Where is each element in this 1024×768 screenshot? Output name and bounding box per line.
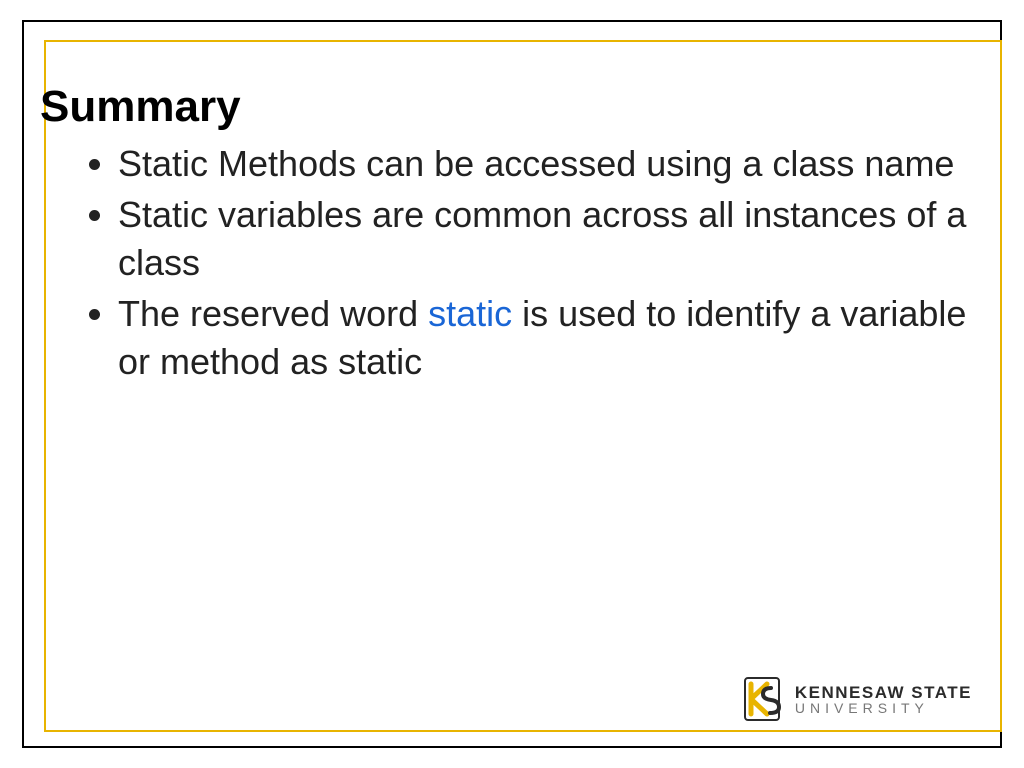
logo-line1: KENNESAW STATE	[795, 684, 972, 701]
logo-text: KENNESAW STATE UNIVERSITY	[795, 684, 972, 715]
bullet-item: Static variables are common across all i…	[118, 191, 980, 288]
bullet-item: The reserved word static is used to iden…	[118, 290, 980, 387]
bullet-text: Static variables are common across all i…	[118, 194, 966, 284]
keyword-text: static	[428, 293, 512, 334]
slide-content: Summary Static Methods can be accessed u…	[40, 82, 980, 389]
university-logo: KENNESAW STATE UNIVERSITY	[739, 674, 972, 724]
bullet-text: The reserved word	[118, 293, 428, 334]
ks-monogram-icon	[739, 674, 785, 724]
slide-outer-frame: Summary Static Methods can be accessed u…	[22, 20, 1002, 748]
bullet-text: Static Methods can be accessed using a c…	[118, 143, 954, 184]
slide-title: Summary	[40, 82, 980, 132]
bullet-item: Static Methods can be accessed using a c…	[118, 140, 980, 189]
logo-line2: UNIVERSITY	[795, 701, 972, 715]
bullet-list: Static Methods can be accessed using a c…	[40, 140, 980, 387]
